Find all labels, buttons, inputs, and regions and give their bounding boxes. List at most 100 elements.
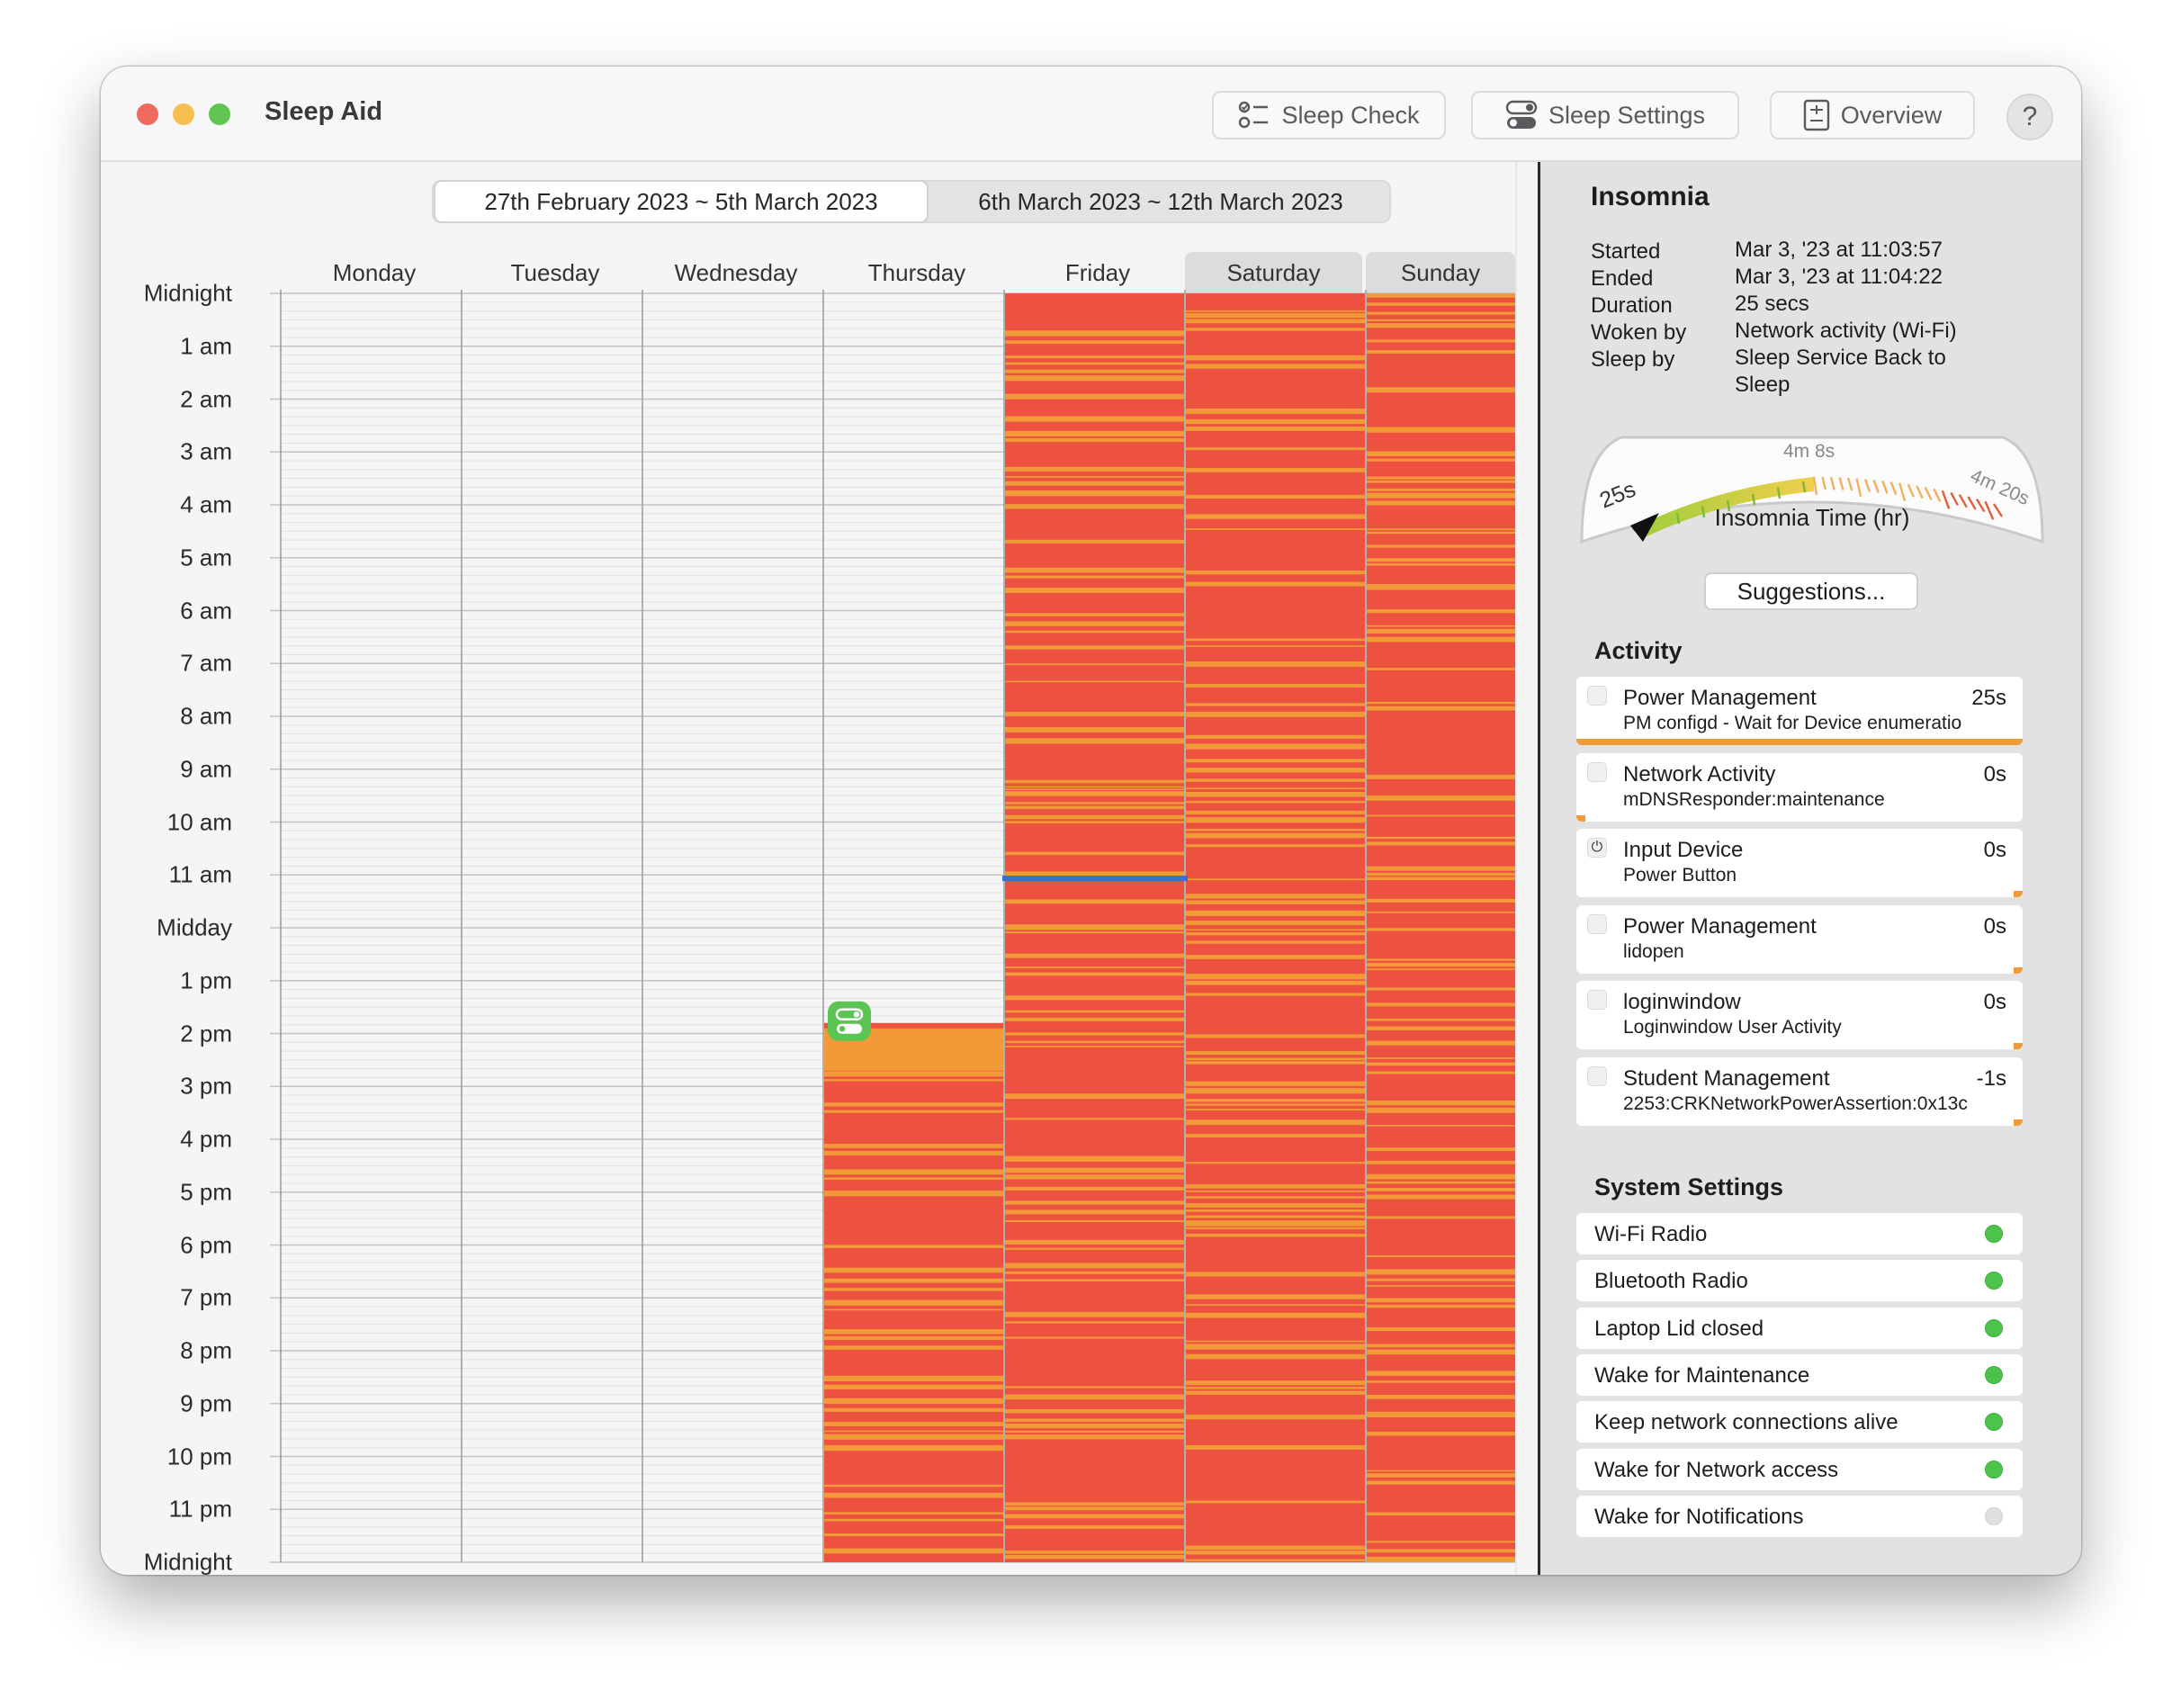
- sleep-stripe[interactable]: [1367, 928, 1515, 931]
- sleep-stripe[interactable]: [1186, 684, 1365, 688]
- sleep-stripe[interactable]: [1186, 759, 1365, 763]
- sleep-stripe[interactable]: [1186, 1103, 1365, 1106]
- sleep-stripe[interactable]: [1005, 1394, 1184, 1400]
- sleep-stripe[interactable]: [1186, 743, 1365, 750]
- sleep-stripe[interactable]: [1005, 1174, 1184, 1180]
- sleep-stripe[interactable]: [1186, 955, 1365, 959]
- sleep-stripe[interactable]: [1186, 1444, 1365, 1450]
- activity-item[interactable]: loginwindow Loginwindow User Activity 0s: [1576, 981, 2023, 1049]
- sleep-stripe[interactable]: [1186, 1559, 1365, 1562]
- sleep-stripe[interactable]: [824, 1422, 1003, 1426]
- sleep-stripe[interactable]: [1367, 1125, 1515, 1127]
- activity-item[interactable]: Power Management PM configd - Wait for De…: [1576, 677, 2023, 745]
- sleep-stripe[interactable]: [1367, 584, 1515, 590]
- sleep-stripe[interactable]: [1005, 1155, 1184, 1162]
- sleep-stripe[interactable]: [1186, 355, 1365, 361]
- sleep-stripe[interactable]: [1186, 1353, 1365, 1360]
- sleep-stripe[interactable]: [1005, 814, 1184, 820]
- system-setting-row[interactable]: Bluetooth Radio: [1576, 1260, 2023, 1302]
- sleep-stripe[interactable]: [1367, 1026, 1515, 1030]
- sleep-stripe[interactable]: [1186, 980, 1365, 985]
- sleep-stripe[interactable]: [1186, 791, 1365, 797]
- sleep-stripe[interactable]: [1005, 567, 1184, 573]
- sleep-stripe[interactable]: [1186, 1215, 1365, 1218]
- sleep-stripe[interactable]: [1005, 437, 1184, 443]
- sleep-stripe[interactable]: [1186, 832, 1365, 839]
- sleep-timeline-grid[interactable]: [101, 162, 1515, 1575]
- sleep-stripe[interactable]: [1005, 575, 1184, 579]
- sleep-stripe[interactable]: [1005, 966, 1184, 968]
- sleep-stripe[interactable]: [1367, 1344, 1515, 1348]
- sleep-stripe[interactable]: [1186, 828, 1365, 832]
- sleep-stripe[interactable]: [1186, 711, 1365, 717]
- close-window-button[interactable]: [137, 103, 158, 125]
- maximize-window-button[interactable]: [209, 103, 230, 125]
- sleep-stripe[interactable]: [1186, 328, 1365, 331]
- sunday-activity[interactable]: [1367, 293, 1515, 1562]
- sleep-stripe[interactable]: [1005, 475, 1184, 478]
- sleep-stripe[interactable]: [1367, 866, 1515, 871]
- sleep-settings-button[interactable]: Sleep Settings: [1471, 91, 1739, 139]
- sleep-stripe[interactable]: [824, 1398, 1003, 1405]
- sleep-stripe[interactable]: [1005, 1418, 1184, 1423]
- sleep-stripe[interactable]: [1186, 1050, 1365, 1056]
- sleep-stripe[interactable]: [1186, 1272, 1365, 1277]
- sleep-stripe[interactable]: [1186, 929, 1365, 931]
- sleep-stripe[interactable]: [1367, 1278, 1515, 1281]
- sleep-stripe[interactable]: [1186, 1134, 1365, 1138]
- sleep-stripe[interactable]: [1367, 911, 1515, 913]
- sleep-stripe[interactable]: [1186, 974, 1365, 980]
- sleep-stripe[interactable]: [1367, 898, 1515, 903]
- sleep-stripe[interactable]: [1186, 1227, 1365, 1229]
- sleep-stripe[interactable]: [1005, 899, 1184, 904]
- sleep-stripe[interactable]: [1367, 350, 1515, 354]
- sleep-stripe[interactable]: [1186, 1344, 1365, 1350]
- sleep-stripe[interactable]: [824, 1169, 1003, 1175]
- sleep-stripe[interactable]: [1367, 319, 1515, 321]
- sleep-stripe[interactable]: [1186, 703, 1365, 706]
- activity-item[interactable]: Power Management lidopen 0s: [1576, 904, 2023, 974]
- sleep-stripe[interactable]: [1005, 613, 1184, 616]
- sleep-stripe[interactable]: [1005, 821, 1184, 823]
- sleep-stripe[interactable]: [1186, 910, 1365, 916]
- sleep-stripe[interactable]: [1367, 488, 1515, 491]
- sleep-stripe[interactable]: [1186, 932, 1365, 936]
- sleep-stripe[interactable]: [1186, 468, 1365, 472]
- sleep-stripe[interactable]: [1367, 1411, 1515, 1418]
- sleep-stripe[interactable]: [1005, 1279, 1184, 1281]
- sleep-stripe[interactable]: [1186, 778, 1365, 782]
- sleep-stripe[interactable]: [1367, 872, 1515, 876]
- sleep-stripe[interactable]: [1186, 894, 1365, 899]
- suggestions-button[interactable]: Suggestions...: [1704, 572, 1918, 610]
- sleep-stripe[interactable]: [1186, 418, 1365, 425]
- sleep-stripe[interactable]: [1186, 940, 1365, 944]
- sleep-stripe[interactable]: [824, 1245, 1003, 1248]
- sleep-stripe[interactable]: [1005, 330, 1184, 337]
- sleep-stripe[interactable]: [1367, 1040, 1515, 1046]
- sleep-stripe[interactable]: [1367, 339, 1515, 343]
- sleep-stripe[interactable]: [1367, 1188, 1515, 1191]
- sleep-stripe[interactable]: [1186, 1340, 1365, 1343]
- sleep-stripe[interactable]: [1367, 476, 1515, 480]
- sleep-stripe[interactable]: [1005, 1502, 1184, 1506]
- sleep-stripe[interactable]: [1367, 968, 1515, 970]
- sleep-stripe[interactable]: [1186, 810, 1365, 815]
- sleep-stripe[interactable]: [1367, 1216, 1515, 1219]
- sleep-stripe[interactable]: [1186, 409, 1365, 414]
- sleep-stripe[interactable]: [1005, 1554, 1184, 1560]
- sleep-stripe[interactable]: [1005, 1321, 1184, 1324]
- sleep-stripe[interactable]: [1367, 962, 1515, 967]
- sleep-stripe[interactable]: [1367, 1147, 1515, 1152]
- sleep-stripe[interactable]: [1186, 310, 1365, 312]
- sleep-stripe[interactable]: [1186, 1203, 1365, 1208]
- sleep-stripe[interactable]: [1005, 802, 1184, 805]
- sleep-stripe[interactable]: [1367, 1380, 1515, 1383]
- sleep-stripe[interactable]: [1005, 1409, 1184, 1414]
- sleep-stripe[interactable]: [1005, 726, 1184, 733]
- sleep-stripe[interactable]: [1186, 1088, 1365, 1094]
- sleep-stripe[interactable]: [1367, 706, 1515, 711]
- sleep-stripe[interactable]: [1367, 1101, 1515, 1106]
- sleep-stripe[interactable]: [1186, 900, 1365, 904]
- sleep-stripe[interactable]: [824, 1492, 1003, 1498]
- sleep-stripe[interactable]: [1186, 1380, 1365, 1386]
